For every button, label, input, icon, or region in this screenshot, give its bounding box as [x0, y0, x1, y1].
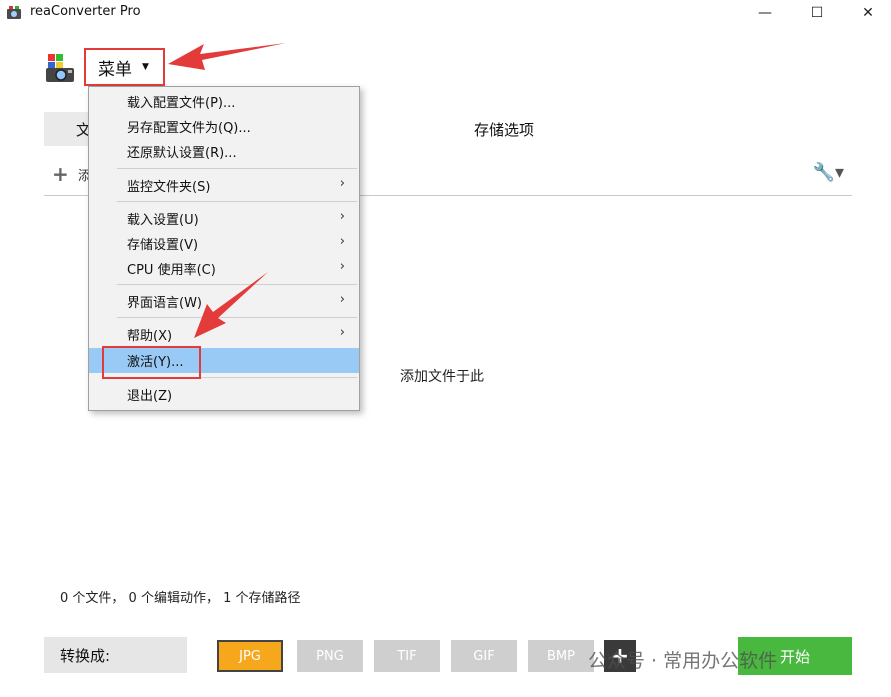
menu-item-exit[interactable]: 退出(Z)	[89, 382, 359, 407]
menu-item-label: 帮助(X)	[127, 329, 173, 344]
chevron-right-icon: ›	[339, 325, 345, 340]
menu-item-label: 载入设置(U)	[127, 213, 199, 228]
tab-storage-options[interactable]: 存储选项	[404, 112, 604, 146]
menu-item-label: 还原默认设置(R)...	[127, 146, 237, 161]
menu-item-cpu-usage[interactable]: CPU 使用率(C) ›	[89, 256, 359, 281]
menu-separator	[117, 201, 357, 202]
menu-item-label: 存储设置(V)	[127, 238, 199, 253]
format-jpg-button[interactable]: JPG	[217, 640, 283, 672]
format-gif-button[interactable]: GIF	[451, 640, 517, 672]
menu-item-label: CPU 使用率(C)	[127, 263, 216, 278]
menu-item-label: 界面语言(W)	[127, 296, 202, 311]
format-tif-button[interactable]: TIF	[374, 640, 440, 672]
menu-item-label: 监控文件夹(S)	[127, 180, 211, 195]
status-summary: 0 个文件， 0 个编辑动作， 1 个存储路径	[60, 591, 301, 606]
drop-files-hint: 添加文件于此	[400, 369, 484, 385]
menu-item-label: 退出(Z)	[127, 389, 173, 404]
chevron-down-icon: ▼	[142, 62, 149, 72]
menu-item-save-settings[interactable]: 存储设置(V) ›	[89, 231, 359, 256]
chevron-right-icon: ›	[339, 176, 345, 191]
wrench-icon[interactable]: 🔧▾	[813, 162, 844, 183]
format-png-button[interactable]: PNG	[297, 640, 363, 672]
minimize-button[interactable]: —	[742, 0, 788, 26]
menu-item-ui-language[interactable]: 界面语言(W) ›	[89, 289, 359, 314]
menu-item-label: 载入配置文件(P)...	[127, 96, 236, 111]
menu-item-watch-folder[interactable]: 监控文件夹(S) ›	[89, 173, 359, 198]
menu-item-restore-defaults[interactable]: 还原默认设置(R)...	[89, 139, 359, 164]
chevron-right-icon: ›	[339, 259, 345, 274]
convert-to-label: 转换成:	[44, 637, 187, 673]
maximize-button[interactable]: ☐	[794, 0, 840, 26]
main-menu-label: 菜单	[98, 59, 132, 80]
menu-item-load-profile[interactable]: 载入配置文件(P)...	[89, 89, 359, 114]
menu-separator	[117, 284, 357, 285]
menu-separator	[117, 168, 357, 169]
menu-item-save-profile-as[interactable]: 另存配置文件为(Q)...	[89, 114, 359, 139]
format-bmp-button[interactable]: BMP	[528, 640, 594, 672]
chevron-right-icon: ›	[339, 234, 345, 249]
app-icon	[7, 6, 21, 19]
menu-item-help[interactable]: 帮助(X) ›	[89, 322, 359, 347]
watermark-text: 公众号 · 常用办公软件	[588, 650, 778, 672]
main-menu-button[interactable]: 菜单 ▼	[84, 48, 165, 86]
annotation-arrow-to-menu	[168, 43, 286, 70]
menu-item-load-settings[interactable]: 载入设置(U) ›	[89, 206, 359, 231]
window-title: reaConverter Pro	[30, 4, 141, 19]
menu-separator	[117, 317, 357, 318]
annotation-highlight-box	[102, 346, 201, 379]
chevron-right-icon: ›	[339, 292, 345, 307]
chevron-right-icon: ›	[339, 209, 345, 224]
add-icon[interactable]: +	[52, 162, 69, 186]
title-bar: reaConverter Pro — ☐ ✕	[0, 0, 891, 26]
menu-item-label: 另存配置文件为(Q)...	[127, 121, 251, 136]
app-logo-icon	[46, 54, 74, 82]
close-button[interactable]: ✕	[845, 0, 891, 26]
